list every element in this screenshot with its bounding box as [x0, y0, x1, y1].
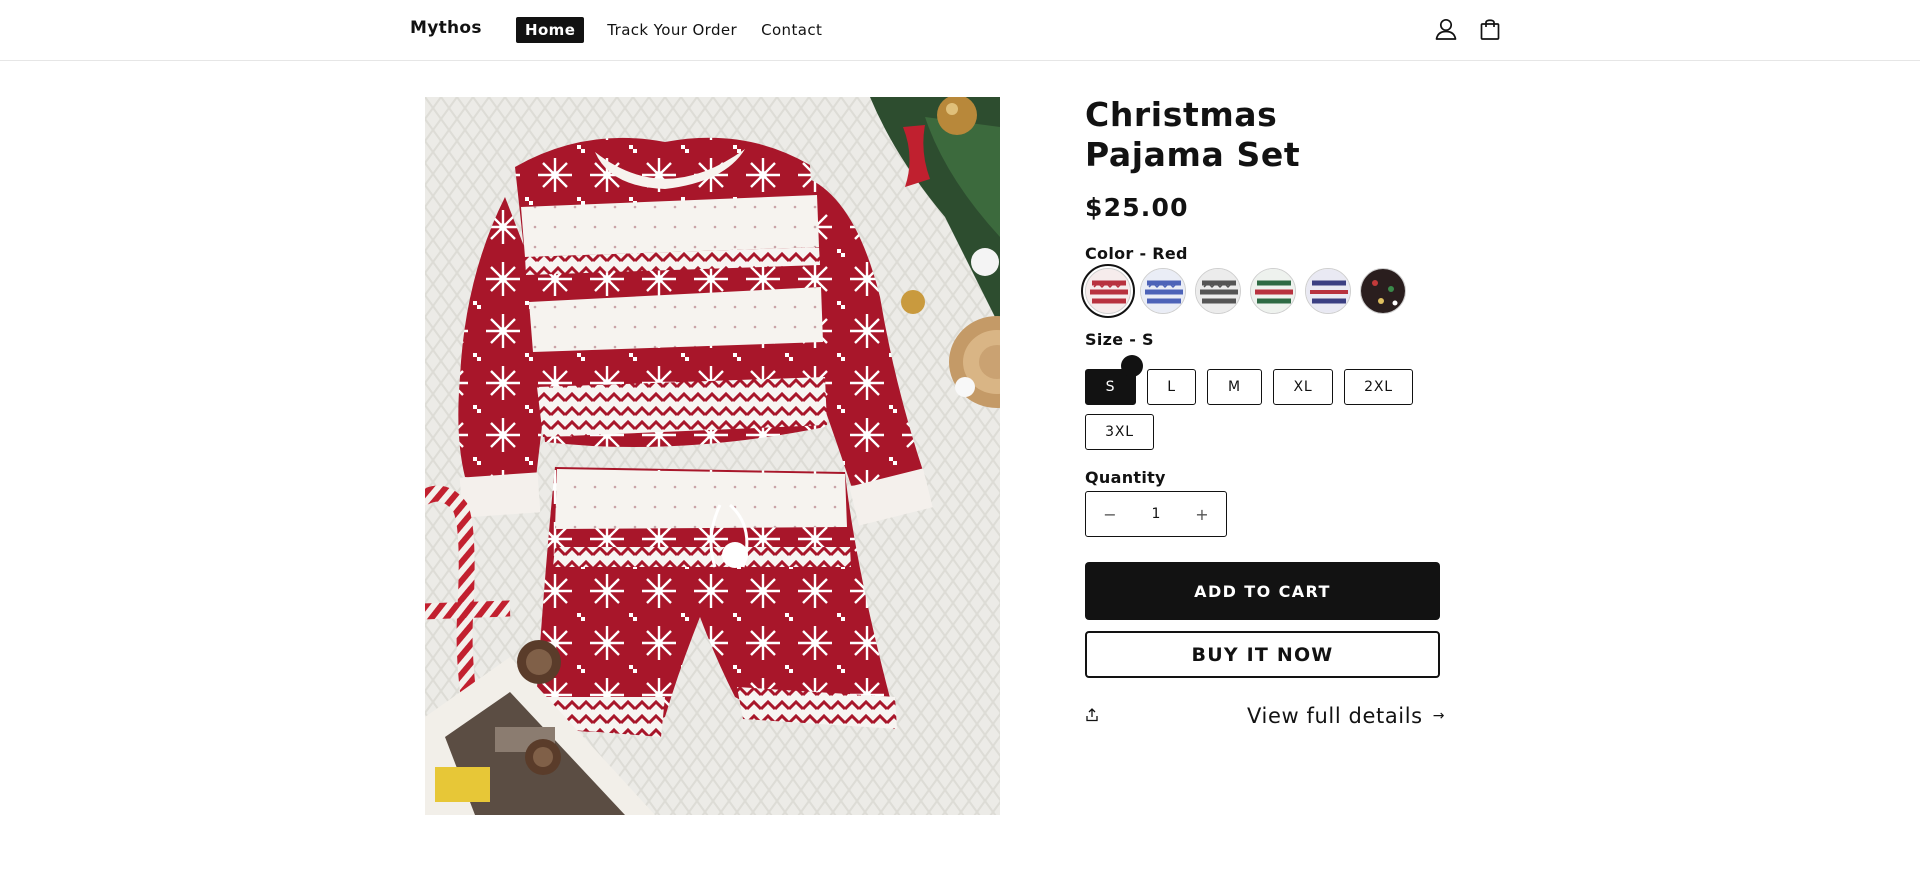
main-nav: Home Track Your Order Contact: [516, 17, 846, 43]
size-label: Size - S: [1085, 330, 1154, 349]
buy-it-now-button[interactable]: BUY IT NOW: [1085, 631, 1440, 678]
quantity-label: Quantity: [1085, 468, 1166, 487]
view-full-details-label: View full details: [1247, 704, 1423, 728]
add-to-cart-button[interactable]: ADD TO CART: [1085, 562, 1440, 620]
size-option-m[interactable]: M: [1207, 369, 1262, 405]
size-option-2xl[interactable]: 2XL: [1344, 369, 1413, 405]
size-option-xl[interactable]: XL: [1273, 369, 1333, 405]
swatch-red[interactable]: [1081, 264, 1135, 318]
size-options: S L M XL 2XL 3XL: [1085, 369, 1445, 459]
site-header: Mythos Home Track Your Order Contact: [0, 0, 1920, 61]
size-option-3xl[interactable]: 3XL: [1085, 414, 1154, 450]
swatch-black[interactable]: [1360, 268, 1406, 314]
swatch-blue[interactable]: [1140, 268, 1186, 314]
size-option-l[interactable]: L: [1147, 369, 1196, 405]
quantity-stepper: − 1 +: [1085, 491, 1227, 537]
arrow-right-icon: →: [1432, 708, 1446, 724]
cart-icon[interactable]: [1477, 16, 1503, 42]
swatch-green[interactable]: [1250, 268, 1296, 314]
quantity-input[interactable]: 1: [1134, 506, 1178, 522]
cursor-indicator: [1121, 355, 1143, 377]
nav-track-order[interactable]: Track Your Order: [607, 21, 737, 39]
color-swatches: [1081, 264, 1415, 318]
nav-home[interactable]: Home: [516, 17, 585, 43]
product-image[interactable]: [425, 97, 1000, 815]
color-label: Color - Red: [1085, 244, 1188, 263]
product-title: Christmas Pajama Set: [1085, 95, 1301, 174]
product-price: $25.00: [1085, 193, 1189, 222]
nav-contact[interactable]: Contact: [761, 21, 822, 39]
swatch-navy[interactable]: [1305, 268, 1351, 314]
quantity-increase-button[interactable]: +: [1178, 492, 1226, 536]
account-icon[interactable]: [1433, 16, 1459, 42]
quantity-decrease-button[interactable]: −: [1086, 492, 1134, 536]
swatch-grey[interactable]: [1195, 268, 1241, 314]
share-icon[interactable]: [1085, 707, 1099, 722]
brand-logo[interactable]: Mythos: [410, 18, 482, 38]
view-full-details-link[interactable]: View full details →: [1247, 704, 1445, 728]
